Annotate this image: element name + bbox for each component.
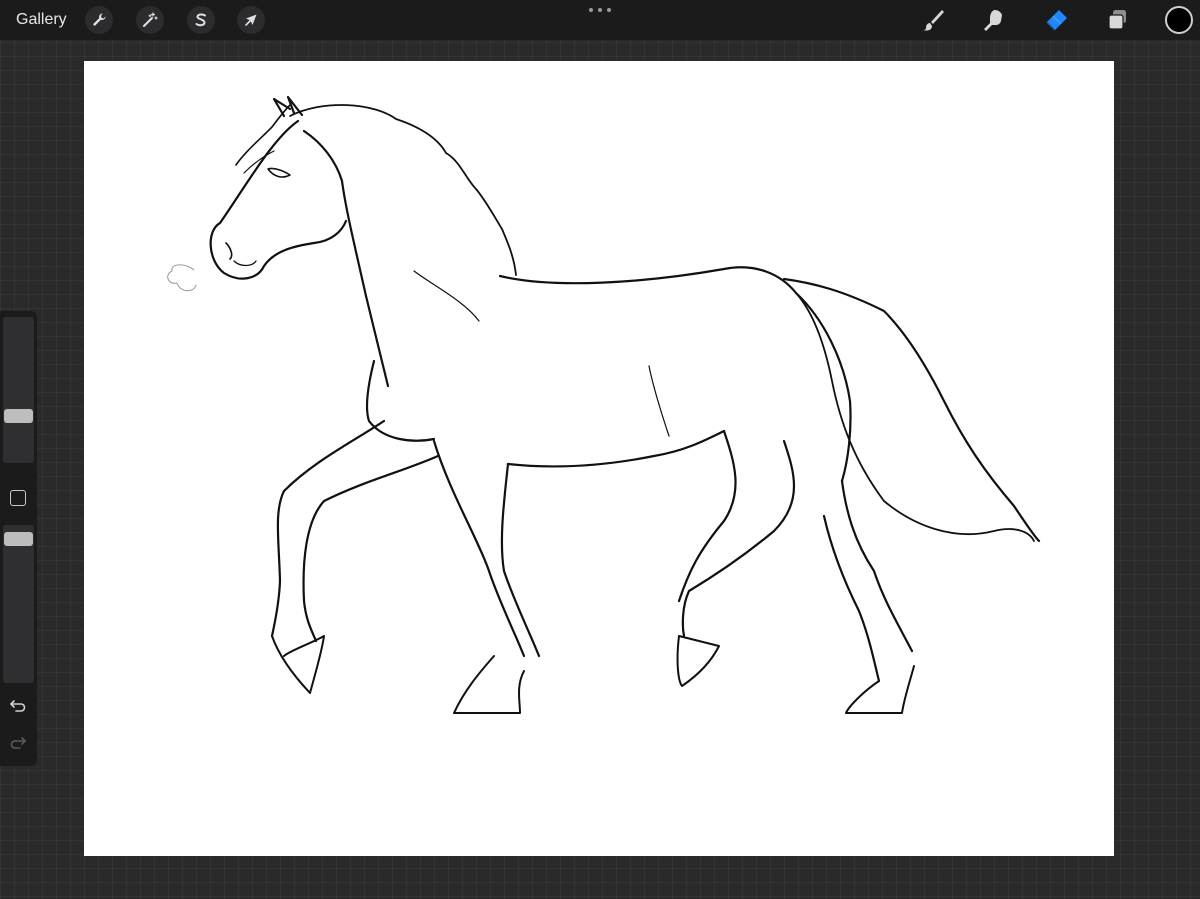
eraser-icon <box>1046 10 1067 31</box>
dot <box>598 8 602 12</box>
redo-button[interactable] <box>8 732 28 752</box>
opacity-thumb[interactable] <box>4 532 33 547</box>
gallery-button[interactable]: Gallery <box>16 9 67 31</box>
brush-size-thumb[interactable] <box>4 409 33 424</box>
brush-size-slider[interactable] <box>3 317 34 463</box>
smudge-finger-icon <box>984 10 1002 31</box>
layers-icon <box>1108 10 1126 30</box>
brush-icon <box>923 10 944 31</box>
color-picker-swatch[interactable] <box>1165 6 1193 34</box>
eraser-tool[interactable] <box>1041 5 1071 35</box>
dot <box>607 8 611 12</box>
adjustments-button[interactable] <box>136 6 164 34</box>
dot <box>589 8 593 12</box>
brush-tool[interactable] <box>918 5 948 35</box>
left-sidebar <box>0 311 37 766</box>
arrow-cursor-icon <box>245 14 257 26</box>
transform-button[interactable] <box>237 6 265 34</box>
actions-button[interactable] <box>85 6 113 34</box>
horse-lineart-drawing <box>167 95 1041 714</box>
opacity-slider[interactable] <box>3 525 34 683</box>
selection-s-icon <box>195 13 206 27</box>
redo-icon <box>10 737 26 749</box>
smudge-tool[interactable] <box>979 5 1009 35</box>
top-toolbar: Gallery <box>0 0 1200 40</box>
undo-button[interactable] <box>8 695 28 715</box>
drawing-canvas[interactable] <box>84 61 1114 856</box>
undo-icon <box>10 700 26 712</box>
modify-square-icon[interactable] <box>10 490 26 506</box>
magic-wand-icon <box>143 12 158 27</box>
selection-button[interactable] <box>187 6 215 34</box>
wrench-icon <box>93 13 106 26</box>
more-options-dots[interactable] <box>589 5 611 15</box>
layers-button[interactable] <box>1102 5 1132 35</box>
